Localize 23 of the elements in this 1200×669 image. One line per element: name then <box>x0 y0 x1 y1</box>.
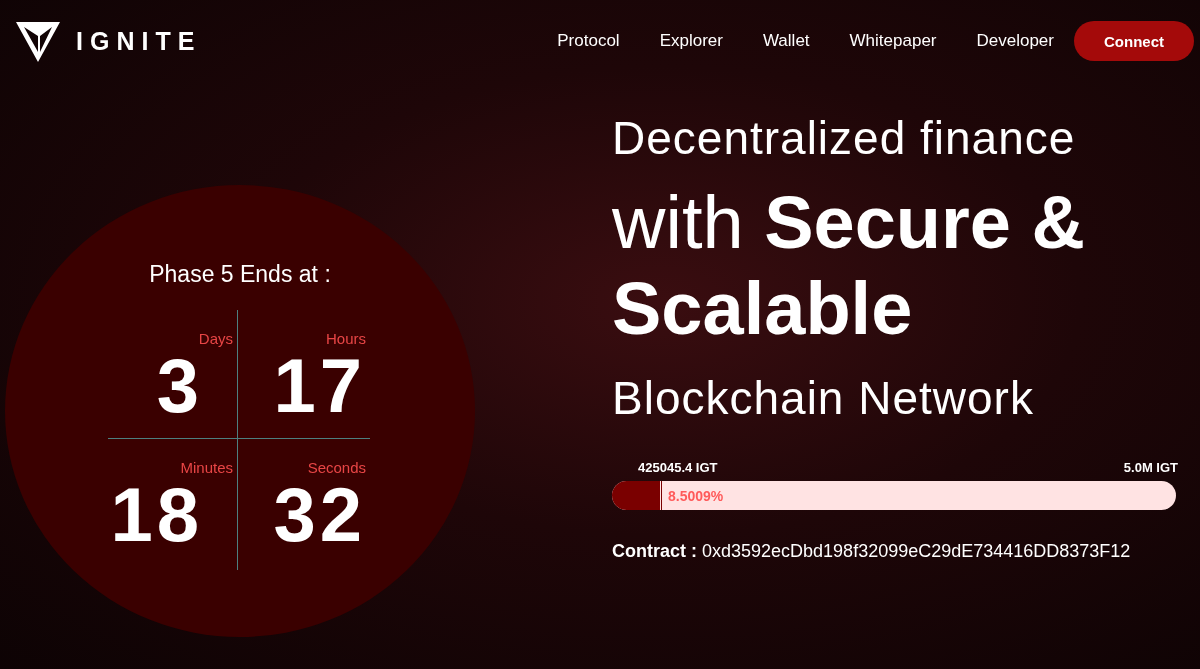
unit-label: Days <box>197 330 233 347</box>
brand-name: IGNITE <box>76 26 202 56</box>
nav-link[interactable]: Explorer <box>659 31 723 51</box>
countdown-value: 32 <box>272 476 366 554</box>
hero-heading: Blockchain Network <box>612 371 1035 426</box>
unit-label: Hours <box>325 330 366 347</box>
contract-address: Contract : 0xd3592ecDbd198f32099eC29dE734416DD8373F12 <box>612 541 1132 562</box>
raised-amount: 425045.4 IGT <box>638 460 718 475</box>
unit-label: Minutes <box>179 459 233 476</box>
nav-link[interactable]: Wallet <box>762 31 810 51</box>
countdown-value: 17 <box>272 347 366 425</box>
nav-link[interactable]: Developer <box>976 31 1054 51</box>
unit-label: Seconds <box>306 459 366 476</box>
hero-heading: Decentralized finance <box>612 111 1077 166</box>
hero-heading: with Secure & Scalable <box>612 180 1086 352</box>
countdown-value: 18 <box>109 476 203 554</box>
countdown-title: Phase 5 Ends at : <box>149 261 331 288</box>
connect-button[interactable]: Connect <box>1074 21 1194 61</box>
nav-link[interactable]: Whitepaper <box>849 31 937 51</box>
countdown-value: 3 <box>155 347 203 425</box>
nav-link[interactable]: Protocol <box>557 31 620 51</box>
goal-amount: 5.0M IGT <box>1123 460 1178 475</box>
progress-percent: 8.5009% <box>668 487 724 504</box>
